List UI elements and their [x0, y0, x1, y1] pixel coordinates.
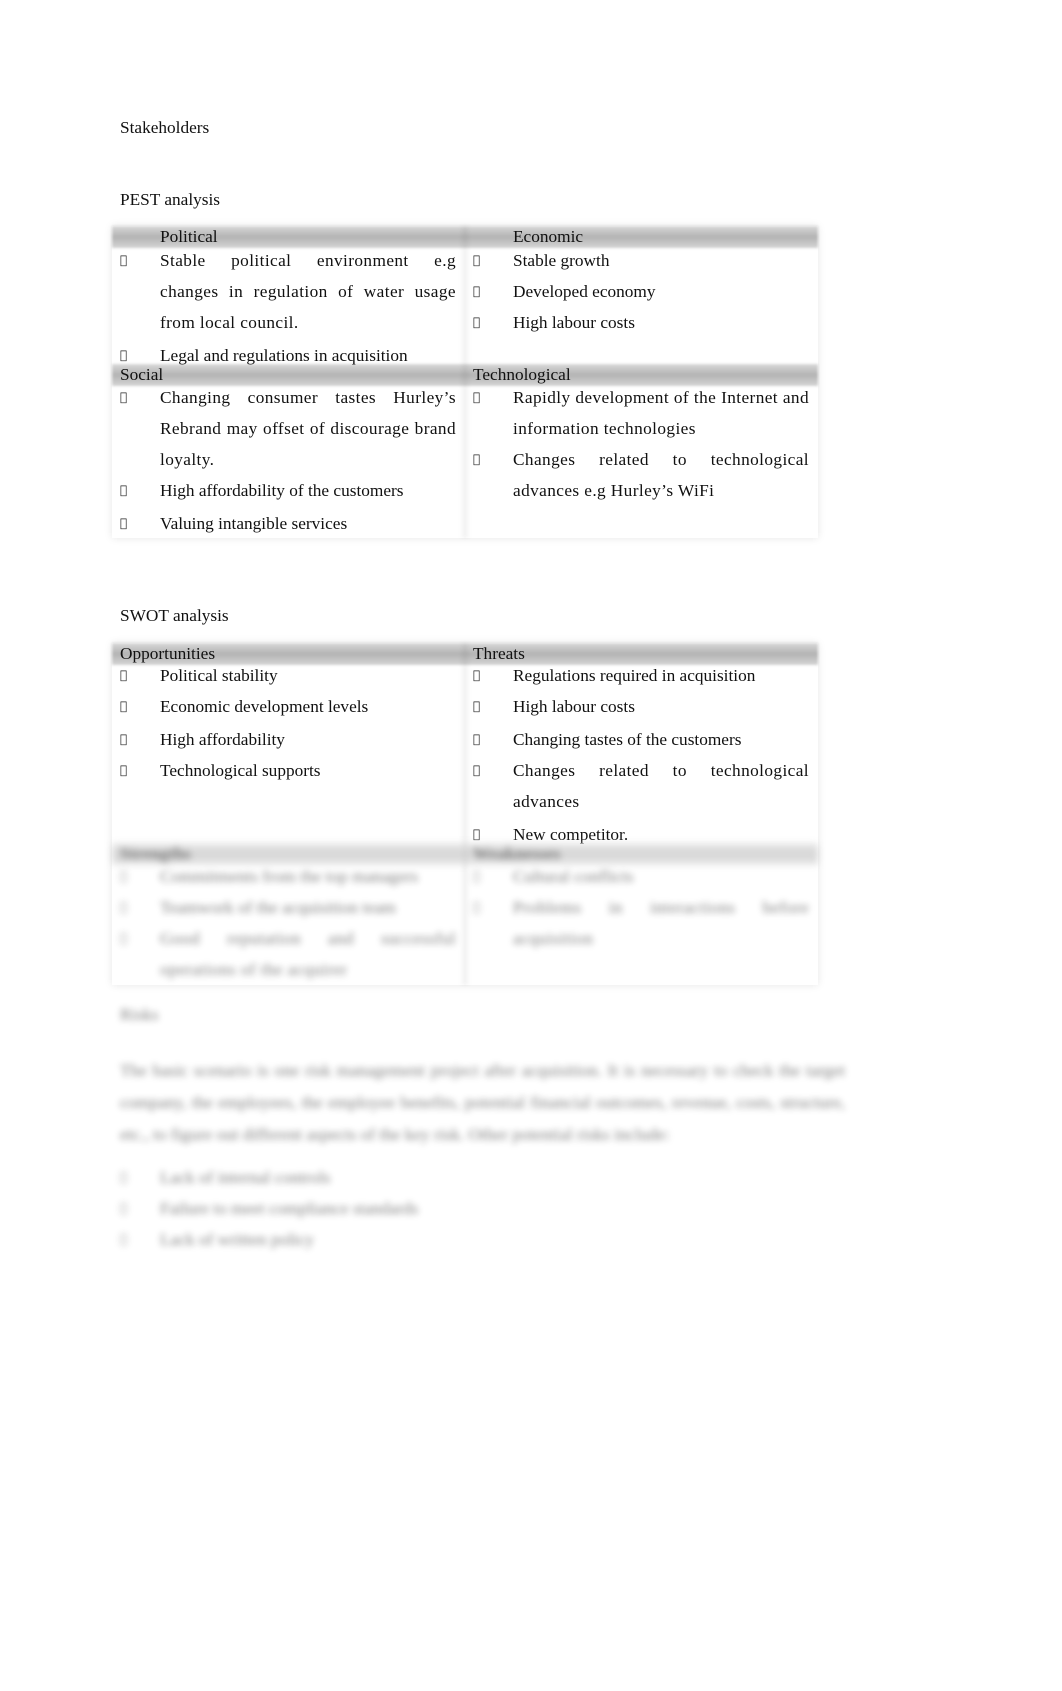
list-item: Commitments from the top managers — [120, 867, 419, 886]
bullet-icon:  — [120, 382, 128, 413]
bullet-icon:  — [120, 724, 127, 755]
bullet-icon:  — [120, 755, 127, 786]
list-item: Changes related to technological advanc… — [473, 755, 809, 817]
pest-technological-list: Rapidly development of the Internet and… — [473, 382, 809, 506]
list-item: Legal and regulations in acquisition — [120, 340, 456, 371]
swot-threats-list: Regulations required in acquisition Hi… — [473, 660, 809, 850]
list-item: Stable growth — [473, 245, 809, 276]
list-item: High labour costs — [473, 307, 809, 338]
pest-table: Political Economic Social Technological … — [112, 226, 818, 538]
list-item: High labour costs — [473, 691, 809, 722]
swot-strengths-list: Commitments from the top managers Team… — [120, 861, 456, 985]
bullet-icon:  — [120, 340, 127, 371]
bullet-icon:  — [120, 245, 128, 276]
list-item: Teamwork of the acquisition team — [120, 898, 396, 917]
list-item: Good reputation and successful operatio… — [120, 929, 456, 979]
list-item: Changing consumer tastes Hurley’s Rebra… — [120, 382, 456, 475]
list-item: Lack of written policy — [120, 1230, 315, 1249]
list-item: Developed economy — [473, 276, 809, 307]
swot-opportunities-list: Political stability Economic developme… — [120, 660, 456, 786]
list-item: Problems in interactions before acquisi… — [473, 898, 809, 948]
swot-weaknesses-list: Cultural conflicts Problems in interac… — [473, 861, 809, 954]
list-item: Failure to meet compliance standards — [120, 1199, 419, 1218]
bullet-icon:  — [473, 245, 480, 276]
blurred-swot-lower: Strengths Weaknesses Commitments from t… — [112, 843, 818, 985]
list-item: Valuing intangible services — [120, 508, 456, 539]
risks-paragraph: The basic scenario is one risk managemen… — [120, 1061, 845, 1144]
list-item: Economic development levels — [120, 691, 456, 722]
bullet-icon:  — [473, 755, 481, 786]
stakeholders-heading: Stakeholders — [120, 118, 210, 137]
list-item: Rapidly development of the Internet and… — [473, 382, 809, 444]
list-item: Technological supports — [120, 755, 456, 786]
bullet-icon:  — [120, 660, 127, 691]
bullet-icon:  — [473, 307, 480, 338]
list-item: Lack of internal controls — [120, 1168, 331, 1187]
list-item: Political stability — [120, 660, 456, 691]
list-item: Stable political environment e.g change… — [120, 245, 456, 338]
swot-heading: SWOT analysis — [120, 606, 229, 625]
pest-political-list: Stable political environment e.g change… — [120, 245, 456, 371]
bullet-icon:  — [120, 508, 127, 539]
risks-heading: Risks — [120, 1005, 159, 1024]
bullet-icon:  — [120, 691, 127, 722]
list-item: Regulations required in acquisition — [473, 660, 809, 691]
swot-table: Opportunities Threats Political stabili… — [112, 643, 818, 985]
bullet-icon:  — [473, 382, 481, 413]
list-item: Changing tastes of the customers — [473, 724, 809, 755]
list-item: Changes related to technological advanc… — [473, 444, 809, 506]
bullet-icon:  — [473, 660, 480, 691]
bullet-icon:  — [473, 724, 480, 755]
bullet-icon:  — [473, 276, 480, 307]
bullet-icon:  — [120, 475, 127, 506]
pest-social-list: Changing consumer tastes Hurley’s Rebra… — [120, 382, 456, 539]
risks-list: Lack of internal controls Failure to m… — [120, 1162, 720, 1255]
pest-economic-list: Stable growth Developed economy High … — [473, 245, 809, 338]
bullet-icon:  — [473, 444, 481, 475]
list-item: High affordability — [120, 724, 456, 755]
list-item: High affordability of the customers — [120, 475, 456, 506]
list-item: Cultural conflicts — [473, 867, 634, 886]
pest-heading: PEST analysis — [120, 190, 221, 209]
bullet-icon:  — [473, 691, 480, 722]
